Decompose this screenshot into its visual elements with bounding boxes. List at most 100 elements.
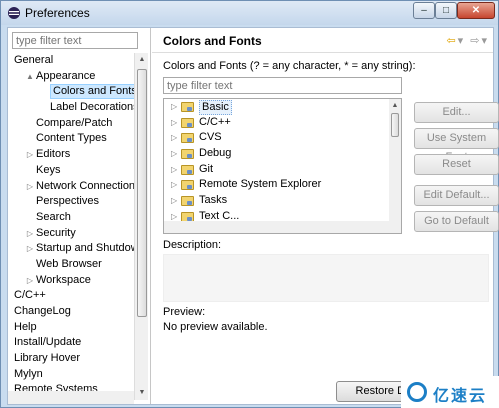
tree-item[interactable]: ▷ Workspace bbox=[8, 273, 134, 289]
preview-label: Preview: bbox=[163, 306, 206, 318]
tree-vertical-scrollbar[interactable]: ▲ ▼ bbox=[134, 53, 148, 400]
list-vertical-scrollbar[interactable]: ▲ bbox=[389, 99, 401, 233]
tree-item[interactable]: General bbox=[8, 53, 134, 69]
tree-item-label: Help bbox=[14, 320, 37, 333]
go-to-default-button[interactable]: Go to Default bbox=[414, 211, 499, 232]
tree-item-label: Label Decorations bbox=[50, 101, 134, 114]
minimize-button[interactable]: – bbox=[413, 2, 435, 19]
tree-item-label: Startup and Shutdown bbox=[36, 242, 134, 255]
collapsed-twisty-icon[interactable]: ▷ bbox=[171, 99, 177, 115]
expanded-twisty-icon[interactable]: ▲ bbox=[26, 69, 34, 85]
filter-instructions: Colors and Fonts (? = any character, * =… bbox=[163, 60, 416, 72]
tree-item-label: Mylyn bbox=[14, 367, 43, 380]
scroll-down-arrow-icon[interactable]: ▼ bbox=[135, 386, 149, 400]
scrollbar-thumb[interactable] bbox=[137, 69, 147, 317]
tree-item[interactable]: Colors and Fonts bbox=[8, 84, 134, 100]
tree-item[interactable]: Compare/Patch bbox=[8, 116, 134, 132]
tree-filter-input[interactable] bbox=[12, 32, 138, 49]
tree-item-label: Keys bbox=[36, 163, 61, 176]
back-arrow-icon[interactable]: ⇦ bbox=[446, 35, 457, 47]
theme-filter-input[interactable] bbox=[163, 77, 402, 94]
collapsed-twisty-icon[interactable]: ▷ bbox=[26, 273, 34, 289]
theme-category-item[interactable]: ▷ Basic bbox=[164, 99, 401, 115]
scroll-up-arrow-icon[interactable]: ▲ bbox=[135, 53, 149, 67]
description-area bbox=[163, 254, 489, 302]
collapsed-twisty-icon[interactable]: ▷ bbox=[171, 146, 177, 162]
use-system-font-button[interactable]: Use System Font bbox=[414, 128, 499, 163]
edit-button[interactable]: Edit... bbox=[414, 102, 499, 123]
collapsed-twisty-icon[interactable]: ▷ bbox=[26, 241, 34, 257]
collapsed-twisty-icon[interactable]: ▷ bbox=[26, 179, 34, 195]
collapsed-twisty-icon[interactable]: ▷ bbox=[171, 177, 177, 193]
tree-item-label: C/C++ bbox=[14, 289, 46, 302]
tree-item[interactable]: ▲ Appearance bbox=[8, 69, 134, 85]
dialog-client-area: General▲AppearanceColors and FontsLabel … bbox=[7, 27, 499, 405]
tree-item[interactable]: Search bbox=[8, 210, 134, 226]
folder-icon bbox=[181, 102, 194, 112]
theme-category-label: Remote System Explorer bbox=[199, 178, 322, 191]
tree-item[interactable]: Install/Update bbox=[8, 335, 134, 351]
tree-item[interactable]: Library Hover bbox=[8, 351, 134, 367]
tree-item[interactable]: ▷ Editors bbox=[8, 147, 134, 163]
theme-category-item[interactable]: ▷ Remote System Explorer bbox=[164, 177, 401, 193]
preference-page: Colors and Fonts ⇦▾ ⇨▾ Colors and Fonts … bbox=[152, 28, 499, 404]
tree-item-label: Compare/Patch bbox=[36, 116, 113, 129]
theme-category-item[interactable]: ▷ Git bbox=[164, 162, 401, 178]
tree-item[interactable]: C/C++ bbox=[8, 288, 134, 304]
tree-horizontal-scrollbar[interactable] bbox=[8, 391, 134, 404]
theme-category-item[interactable]: ▷ Debug bbox=[164, 146, 401, 162]
tree-item-label: Library Hover bbox=[14, 352, 81, 365]
tree-item-label: Network Connections bbox=[36, 179, 134, 192]
close-button[interactable]: ✕ bbox=[457, 2, 495, 19]
collapsed-twisty-icon[interactable]: ▷ bbox=[171, 130, 177, 146]
folder-icon bbox=[181, 196, 194, 207]
tree-item[interactable]: Web Browser bbox=[8, 257, 134, 273]
tree-item[interactable]: ▷ Startup and Shutdown bbox=[8, 241, 134, 257]
collapsed-twisty-icon[interactable]: ▷ bbox=[26, 147, 34, 163]
tree-item[interactable]: ChangeLog bbox=[8, 304, 134, 320]
forward-arrow-icon[interactable]: ⇨ bbox=[470, 35, 481, 47]
theme-category-tree: ▷ Basic ▷ C/C++ ▷ CVS ▷ Debug ▷ Git ▷ Remote System… bbox=[163, 98, 402, 234]
forward-dropdown-icon[interactable]: ▾ bbox=[481, 35, 489, 47]
theme-category-item[interactable]: ▷ Tasks bbox=[164, 193, 401, 209]
watermark-text: 亿速云 bbox=[433, 386, 488, 405]
back-dropdown-icon[interactable]: ▾ bbox=[458, 35, 466, 47]
collapsed-twisty-icon[interactable]: ▷ bbox=[171, 193, 177, 209]
tree-item-label: Workspace bbox=[36, 273, 91, 286]
history-navigation[interactable]: ⇦▾ ⇨▾ bbox=[446, 34, 489, 47]
theme-category-item[interactable]: ▷ CVS bbox=[164, 130, 401, 146]
tree-item-label: Content Types bbox=[36, 132, 107, 145]
reset-button[interactable]: Reset bbox=[414, 154, 499, 175]
theme-category-item[interactable]: ▷ C/C++ bbox=[164, 115, 401, 131]
tree-item[interactable]: Keys bbox=[8, 163, 134, 179]
theme-category-label: Tasks bbox=[199, 194, 228, 207]
page-header: Colors and Fonts ⇦▾ ⇨▾ bbox=[152, 28, 493, 53]
tree-item-label: Security bbox=[36, 226, 76, 239]
tree-item[interactable]: Content Types bbox=[8, 131, 134, 147]
tree-item[interactable]: ▷ Network Connections bbox=[8, 179, 134, 195]
tree-item[interactable]: Label Decorations bbox=[8, 100, 134, 116]
maximize-button[interactable]: □ bbox=[435, 2, 457, 19]
tree-item[interactable]: Help bbox=[8, 320, 134, 336]
theme-category-label: CVS bbox=[199, 131, 222, 144]
preferences-window: Preferences – □ ✕ General▲AppearanceColo… bbox=[0, 0, 499, 408]
tree-item-label: Appearance bbox=[36, 69, 96, 82]
tree-item[interactable]: Perspectives bbox=[8, 194, 134, 210]
scrollbar-thumb[interactable] bbox=[391, 113, 399, 137]
collapsed-twisty-icon[interactable]: ▷ bbox=[171, 162, 177, 178]
list-horizontal-scrollbar[interactable] bbox=[164, 221, 389, 233]
tree-item[interactable]: Mylyn bbox=[8, 367, 134, 383]
folder-icon bbox=[181, 164, 194, 175]
collapsed-twisty-icon[interactable]: ▷ bbox=[171, 115, 177, 131]
edit-default-button[interactable]: Edit Default... bbox=[414, 185, 499, 206]
tree-item-label: Perspectives bbox=[36, 195, 99, 208]
title-bar[interactable]: Preferences – □ ✕ bbox=[1, 1, 498, 25]
theme-category-label: Debug bbox=[199, 147, 232, 160]
tree-item-label: Editors bbox=[36, 148, 71, 161]
folder-icon bbox=[181, 149, 194, 160]
scroll-up-arrow-icon[interactable]: ▲ bbox=[389, 99, 401, 113]
tree-item-label: Install/Update bbox=[14, 336, 82, 349]
tree-item[interactable]: ▷ Security bbox=[8, 226, 134, 242]
theme-category-label: Basic bbox=[199, 100, 232, 115]
collapsed-twisty-icon[interactable]: ▷ bbox=[26, 226, 34, 242]
